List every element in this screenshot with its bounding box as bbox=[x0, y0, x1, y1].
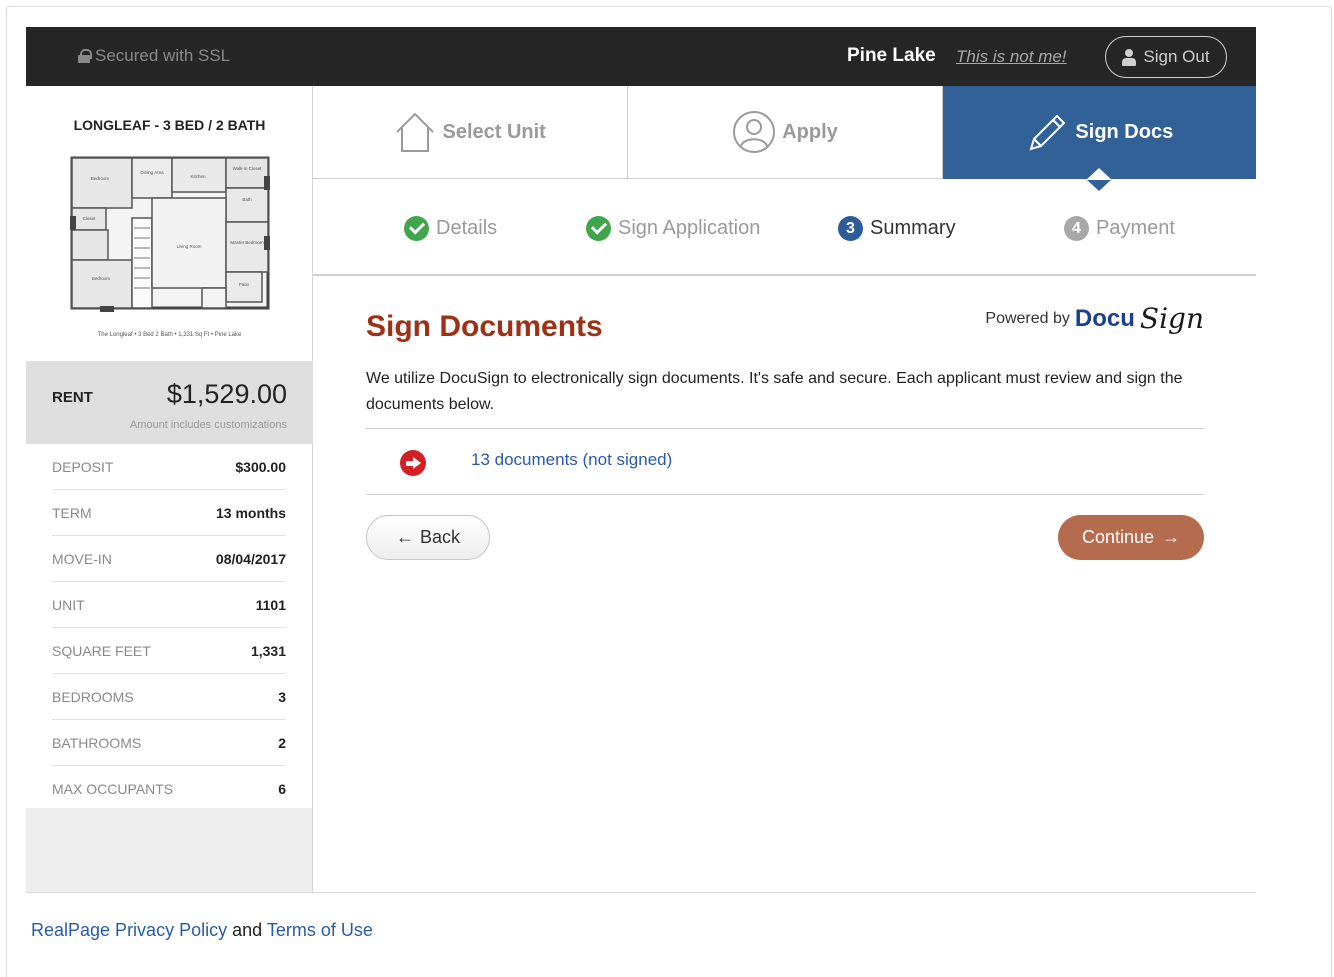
floorplan-room-label: Bath bbox=[242, 197, 252, 202]
detail-row-max-occupants: MAX OCCUPANTS 6 bbox=[52, 766, 286, 812]
powered-by-text: Powered by bbox=[985, 309, 1070, 327]
detail-row-bedrooms: BEDROOMS 3 bbox=[52, 674, 286, 720]
footer: RealPage Privacy Policy and Terms of Use bbox=[31, 920, 373, 941]
detail-row-bathrooms: BATHROOMS 2 bbox=[52, 720, 286, 766]
detail-label: BATHROOMS bbox=[52, 734, 142, 751]
tab-label: Sign Docs bbox=[1075, 121, 1174, 143]
floorplan-room-label: Dining Area bbox=[140, 170, 164, 175]
floorplan-room-label: Closet bbox=[83, 216, 97, 221]
arrow-right-circle-icon bbox=[400, 450, 426, 476]
detail-row-unit: UNIT 1101 bbox=[52, 582, 286, 628]
documents-row: 13 documents (not signed) bbox=[366, 428, 1204, 495]
lock-icon bbox=[78, 49, 92, 63]
floorplan-room-label: Bedroom bbox=[92, 276, 111, 281]
footer-and: and bbox=[232, 920, 263, 940]
detail-value: 08/04/2017 bbox=[215, 550, 286, 567]
tab-select-unit[interactable]: Select Unit bbox=[313, 86, 628, 178]
step-label: Details bbox=[436, 217, 498, 239]
continue-label: Continue bbox=[1081, 527, 1155, 547]
detail-label: DEPOSIT bbox=[52, 458, 114, 475]
step-sign-application[interactable]: Sign Application bbox=[586, 216, 760, 241]
floorplan-image: Bedroom Dining Area Kitchen Walk-in Clos… bbox=[70, 156, 270, 312]
detail-value: 1,331 bbox=[250, 642, 286, 659]
detail-label: BEDROOMS bbox=[52, 688, 134, 705]
detail-value: 1101 bbox=[255, 596, 286, 613]
floorplan-caption: The Longleaf • 3 Bed 2 Bath • 1,331 Sq F… bbox=[97, 332, 242, 338]
step-summary[interactable]: 3 Summary bbox=[838, 216, 956, 241]
user-circle-icon bbox=[733, 111, 776, 153]
floorplan-room-label: Walk-in Closet bbox=[233, 166, 263, 171]
detail-value: 13 months bbox=[215, 504, 286, 521]
step-label: Payment bbox=[1096, 217, 1175, 239]
unit-title: LONGLEAF - 3 BED / 2 BATH bbox=[73, 117, 266, 133]
check-circle-icon bbox=[404, 216, 429, 241]
detail-label: MOVE-IN bbox=[52, 550, 112, 567]
intro-text: We utilize DocuSign to electronically si… bbox=[366, 370, 1183, 413]
step-number-badge: 3 bbox=[838, 216, 863, 241]
terms-of-use-link[interactable]: Terms of Use bbox=[267, 920, 373, 940]
person-icon bbox=[1122, 48, 1137, 66]
tab-sign-docs[interactable]: Sign Docs bbox=[941, 86, 1256, 191]
footer-divider bbox=[26, 892, 1256, 893]
floorplan-room-label: Kitchen bbox=[190, 174, 206, 179]
tab-label: Select Unit bbox=[442, 120, 546, 143]
rent-label: RENT bbox=[52, 389, 93, 406]
tab-label: Apply bbox=[782, 120, 838, 143]
progress-steps: Details Sign Application 3 Summary 4 Pay… bbox=[313, 180, 1256, 276]
sidebar-footer bbox=[26, 808, 312, 893]
back-label: Back bbox=[419, 527, 461, 547]
current-user-name: Pine Lake bbox=[847, 45, 936, 66]
floorplan-room-label: Master Bedroom bbox=[230, 240, 264, 245]
top-bar: Secured with SSL Pine Lake This is not m… bbox=[26, 27, 1256, 86]
detail-row-term: TERM 13 months bbox=[52, 490, 286, 536]
sign-documents-panel: Sign Documents Powered by Docu Sign We ut… bbox=[366, 278, 1204, 878]
ssl-indicator: Secured with SSL bbox=[78, 46, 230, 66]
docusign-logo-docu: Docu bbox=[1074, 304, 1135, 332]
page-title: Sign Documents bbox=[366, 310, 603, 343]
docusign-logo-sign: Sign bbox=[1139, 302, 1204, 335]
floorplan-room-label: Patio bbox=[239, 282, 250, 287]
detail-value: $300.00 bbox=[235, 458, 286, 475]
lease-details-list: DEPOSIT $300.00 TERM 13 months MOVE-IN 0… bbox=[52, 444, 286, 812]
step-number-badge: 4 bbox=[1064, 216, 1089, 241]
step-label: Sign Application bbox=[618, 217, 761, 239]
sign-out-button[interactable]: Sign Out bbox=[1105, 36, 1227, 78]
detail-label: TERM bbox=[52, 504, 92, 521]
arrow-right-icon: → bbox=[1162, 527, 1181, 547]
detail-value: 6 bbox=[278, 781, 286, 797]
check-circle-icon bbox=[586, 216, 611, 241]
floorplan-room-label: Living Room bbox=[176, 244, 201, 249]
house-icon bbox=[396, 112, 435, 152]
detail-row-move-in: MOVE-IN 08/04/2017 bbox=[52, 536, 286, 582]
rent-note: Amount includes customizations bbox=[129, 419, 287, 431]
docusign-badge: Powered by Docu Sign bbox=[985, 302, 1204, 335]
continue-button[interactable]: Continue → bbox=[1058, 515, 1204, 560]
sign-out-label: Sign Out bbox=[1143, 47, 1210, 66]
rent-summary: RENT $1,529.00 Amount includes customiza… bbox=[26, 361, 313, 444]
rent-value: $1,529.00 bbox=[166, 379, 287, 409]
ssl-text: Secured with SSL bbox=[95, 46, 231, 65]
detail-label: MAX OCCUPANTS bbox=[52, 781, 174, 797]
detail-row-deposit: DEPOSIT $300.00 bbox=[52, 444, 286, 490]
detail-row-square-feet: SQUARE FEET 1,331 bbox=[52, 628, 286, 674]
arrow-left-icon: ← bbox=[395, 527, 414, 547]
privacy-policy-link[interactable]: RealPage Privacy Policy bbox=[31, 920, 227, 940]
step-payment: 4 Payment bbox=[1064, 216, 1175, 241]
detail-value: 3 bbox=[278, 688, 286, 705]
tab-apply[interactable]: Apply bbox=[627, 86, 942, 178]
unit-summary-sidebar: LONGLEAF - 3 BED / 2 BATH Bedroom Dining… bbox=[26, 86, 313, 893]
back-button[interactable]: ← Back bbox=[366, 515, 490, 560]
documents-link[interactable]: 13 documents (not signed) bbox=[471, 450, 672, 470]
step-label: Summary bbox=[870, 217, 956, 239]
detail-label: UNIT bbox=[52, 596, 85, 613]
step-details[interactable]: Details bbox=[404, 216, 497, 241]
not-me-link[interactable]: This is not me! bbox=[956, 47, 1067, 67]
floorplan-room-label: Bedroom bbox=[91, 176, 110, 181]
detail-value: 2 bbox=[278, 734, 286, 751]
detail-label: SQUARE FEET bbox=[52, 642, 151, 659]
pencil-icon bbox=[1029, 114, 1066, 150]
wizard-tabs: Select Unit Apply Sign Docs bbox=[313, 86, 1256, 191]
